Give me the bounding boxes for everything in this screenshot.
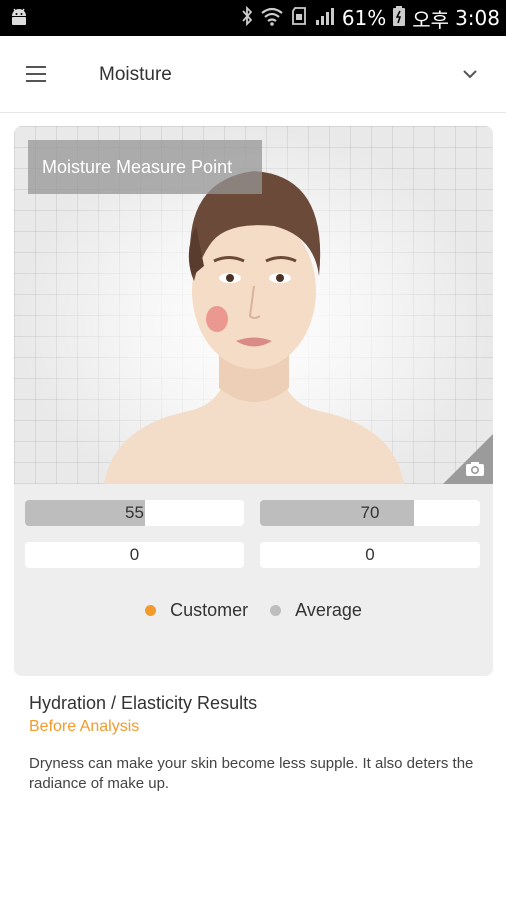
legend-customer-label: Customer — [170, 600, 249, 620]
average-dot-icon — [270, 605, 282, 616]
customer-secondary-bar: 0 — [25, 542, 244, 568]
legend-average-label: Average — [295, 600, 362, 620]
sd-card-icon — [290, 6, 308, 31]
battery-percent: 61% — [341, 6, 387, 30]
average-moisture-value: 70 — [360, 503, 380, 522]
legend-customer: Customer — [145, 600, 248, 621]
app-header: Moisture — [0, 36, 506, 113]
battery-icon — [392, 5, 406, 32]
results-status: Before Analysis — [29, 718, 140, 735]
average-moisture-bar: 70 — [260, 500, 480, 526]
status-ampm: 오후 — [412, 7, 450, 32]
status-bar: 61% 오후 3:08 — [0, 0, 506, 36]
average-secondary-value: 0 — [365, 545, 375, 564]
measure-point-label: Moisture Measure Point — [28, 140, 262, 194]
average-secondary-bar: 0 — [260, 542, 480, 568]
legend: Customer Average — [14, 600, 493, 621]
customer-moisture-value: 55 — [125, 503, 144, 522]
customer-dot-icon — [145, 605, 157, 616]
wifi-icon — [260, 6, 284, 31]
chevron-down-icon[interactable] — [460, 64, 480, 84]
customer-moisture-bar: 55 — [25, 500, 244, 526]
android-icon — [8, 6, 30, 33]
results-description: Dryness can make your skin become less s… — [29, 755, 474, 792]
status-time: 3:08 — [455, 6, 500, 30]
legend-average: Average — [270, 600, 362, 621]
hamburger-menu-icon[interactable] — [26, 66, 46, 82]
customer-secondary-value: 0 — [129, 545, 140, 564]
page-title: Moisture — [99, 64, 172, 85]
measurement-card: Moisture Measure Point 55 70 0 0 Custome… — [14, 126, 493, 676]
results-section: Hydration / Elasticity Results Before An… — [29, 693, 479, 794]
status-icons: 61% 오후 3:08 — [240, 0, 500, 36]
camera-icon[interactable] — [465, 461, 485, 477]
signal-icon — [314, 6, 336, 31]
results-title: Hydration / Elasticity Results — [29, 693, 258, 713]
bluetooth-icon — [240, 5, 254, 31]
face-illustration-area: Moisture Measure Point — [14, 126, 493, 484]
